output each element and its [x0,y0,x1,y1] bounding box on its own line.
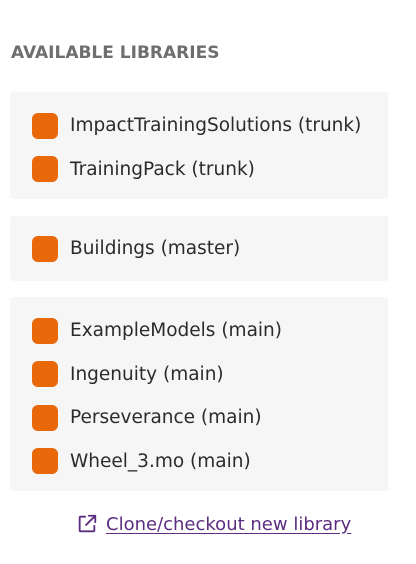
library-swatch-icon [32,317,58,344]
library-group: ExampleModels (main) Ingenuity (main) Pe… [10,297,388,491]
external-link-icon [78,514,97,533]
library-item[interactable]: ImpactTrainingSolutions (trunk) [10,104,388,148]
library-item[interactable]: Perseverance (main) [10,396,388,440]
library-group: Buildings (master) [10,216,388,281]
library-item[interactable]: Ingenuity (main) [10,353,388,397]
library-item[interactable]: Wheel_3.mo (main) [10,440,388,484]
library-swatch-icon [32,156,58,183]
library-label: TrainingPack (trunk) [70,158,255,180]
available-libraries-panel: AVAILABLE LIBRARIES ImpactTrainingSoluti… [0,0,416,564]
library-swatch-icon [32,361,58,388]
clone-checkout-label: Clone/checkout new library [106,513,352,535]
library-group: ImpactTrainingSolutions (trunk) Training… [10,92,388,199]
library-item[interactable]: TrainingPack (trunk) [10,148,388,192]
section-title: AVAILABLE LIBRARIES [11,43,220,63]
library-swatch-icon [32,448,58,475]
clone-checkout-link[interactable]: Clone/checkout new library [76,513,351,535]
library-swatch-icon [32,404,58,431]
library-label: Ingenuity (main) [70,363,224,385]
library-swatch-icon [32,112,58,139]
library-item[interactable]: Buildings (master) [10,228,388,269]
library-item[interactable]: ExampleModels (main) [10,309,388,353]
library-label: Wheel_3.mo (main) [70,450,251,472]
library-swatch-icon [32,235,58,262]
library-label: Buildings (master) [70,238,241,259]
library-label: Perseverance (main) [70,407,262,429]
library-label: ImpactTrainingSolutions (trunk) [70,115,362,137]
library-label: ExampleModels (main) [70,320,282,342]
